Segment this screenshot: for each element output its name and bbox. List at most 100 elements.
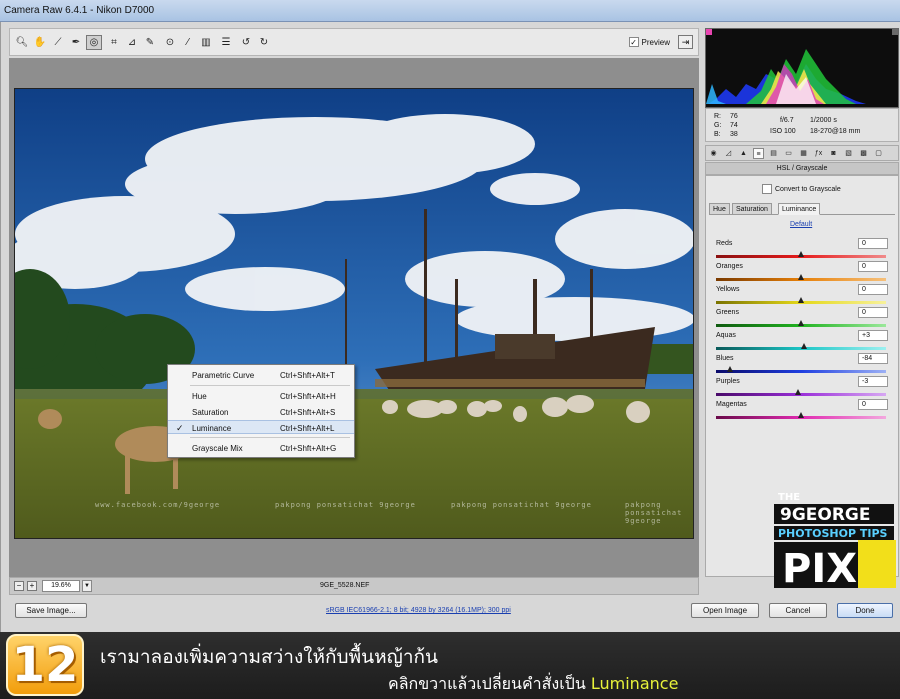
menu-item-label: Parametric Curve bbox=[192, 371, 255, 380]
slider-aquas[interactable]: Aquas +3 bbox=[716, 330, 888, 354]
save-image-button[interactable]: Save Image... bbox=[15, 603, 87, 618]
watermark-text: pakpong ponsatichat 9george bbox=[625, 501, 683, 525]
tab-snapshots[interactable]: ▩ bbox=[858, 148, 869, 159]
menu-item-shortcut: Ctrl+Shft+Alt+S bbox=[280, 408, 336, 417]
panel-title: HSL / Grayscale bbox=[705, 162, 899, 175]
crop-icon[interactable]: ⌗ bbox=[106, 35, 122, 50]
logo-text-photoshop-tips: PHOTOSHOP TIPS bbox=[778, 527, 888, 540]
panel-title-text: HSL / Grayscale bbox=[776, 165, 828, 172]
r-label: R: bbox=[714, 113, 721, 120]
slider-value-field[interactable]: -3 bbox=[858, 376, 888, 387]
tab-presets[interactable]: ▧ bbox=[843, 148, 854, 159]
convert-grayscale-toggle[interactable]: Convert to Grayscale bbox=[762, 184, 841, 194]
tab-tone-curve[interactable]: ◿ bbox=[723, 148, 734, 159]
slider-oranges[interactable]: Oranges 0 bbox=[716, 261, 888, 285]
menu-item-shortcut: Ctrl+Shft+Alt+G bbox=[280, 444, 337, 453]
logo-text-pix: PIX bbox=[782, 546, 857, 592]
slider-value-field[interactable]: 0 bbox=[858, 261, 888, 272]
slider-label: Oranges bbox=[716, 263, 743, 270]
zoom-icon[interactable]: 🔍︎ bbox=[14, 35, 30, 50]
tab-fx[interactable]: ƒx bbox=[813, 148, 824, 159]
menu-item-luminance[interactable]: ✓ Luminance Ctrl+Shft+Alt+L bbox=[168, 420, 354, 434]
slider-value-field[interactable]: 0 bbox=[858, 284, 888, 295]
preview-toggle[interactable]: ✓ Preview bbox=[628, 37, 670, 47]
convert-grayscale-checkbox[interactable] bbox=[762, 184, 772, 194]
tab-lens-corrections[interactable]: ▭ bbox=[783, 148, 794, 159]
red-eye-icon[interactable]: ⊙ bbox=[162, 35, 178, 50]
slider-thumb[interactable] bbox=[798, 412, 804, 418]
tab-hsl-grayscale[interactable]: ≡ bbox=[753, 148, 764, 159]
watermark-text: pakpong ponsatichat 9george bbox=[451, 501, 592, 509]
tab-basic[interactable]: ◉ bbox=[708, 148, 719, 159]
adjustment-brush-icon[interactable]: ⁄ bbox=[180, 35, 196, 50]
tab-effects[interactable]: ▦ bbox=[798, 148, 809, 159]
checkmark-icon: ✓ bbox=[176, 423, 184, 433]
cancel-button[interactable]: Cancel bbox=[769, 603, 827, 618]
slider-thumb[interactable] bbox=[798, 274, 804, 280]
tab-snapshots-2[interactable]: ▢ bbox=[873, 148, 884, 159]
slider-greens[interactable]: Greens 0 bbox=[716, 307, 888, 331]
white-balance-icon[interactable]: ⟋ bbox=[50, 35, 66, 50]
instruction-line-2-text: คลิกขวาแล้วเปลี่ยนคำสั่งเป็น bbox=[388, 674, 586, 693]
landscape-image bbox=[15, 89, 693, 538]
hand-icon[interactable]: ✋ bbox=[32, 35, 48, 50]
slider-thumb[interactable] bbox=[798, 251, 804, 257]
watermark-text: www.facebook.com/9george bbox=[95, 501, 221, 509]
slider-reds[interactable]: Reds 0 bbox=[716, 238, 888, 262]
zoom-in-button[interactable]: + bbox=[27, 581, 37, 591]
zoom-out-button[interactable]: − bbox=[14, 581, 24, 591]
photo-preview[interactable]: www.facebook.com/9george pakpong ponsati… bbox=[14, 88, 694, 539]
tab-split-toning[interactable]: ▤ bbox=[768, 148, 779, 159]
graduated-filter-icon[interactable]: ▥ bbox=[198, 35, 214, 50]
tab-camera-calibration[interactable]: ◙ bbox=[828, 148, 839, 159]
rotate-ccw-icon[interactable]: ↺ bbox=[238, 35, 254, 50]
image-canvas[interactable]: www.facebook.com/9george pakpong ponsati… bbox=[9, 58, 699, 577]
target-adjust-icon[interactable]: ◎ bbox=[86, 35, 102, 50]
spot-removal-icon[interactable]: ✎ bbox=[142, 35, 158, 50]
slider-blues[interactable]: Blues -84 bbox=[716, 353, 888, 377]
preferences-icon[interactable]: ☰ bbox=[218, 35, 234, 50]
menu-item-hue[interactable]: Hue Ctrl+Shft+Alt+H bbox=[168, 389, 354, 403]
slider-value-field[interactable]: 0 bbox=[858, 399, 888, 410]
tab-detail[interactable]: ▲ bbox=[738, 148, 749, 159]
dialog-footer: Save Image... sRGB IEC61966-2.1; 8 bit; … bbox=[1, 597, 900, 632]
slider-label: Magentas bbox=[716, 401, 747, 408]
menu-item-grayscale-mix[interactable]: Grayscale Mix Ctrl+Shft+Alt+G bbox=[168, 441, 354, 455]
slider-thumb[interactable] bbox=[800, 343, 807, 349]
slider-value-field[interactable]: 0 bbox=[858, 307, 888, 318]
r-value: 76 bbox=[730, 113, 738, 120]
menu-item-saturation[interactable]: Saturation Ctrl+Shft+Alt+S bbox=[168, 405, 354, 419]
straighten-icon[interactable]: ⊿ bbox=[124, 35, 140, 50]
slider-magentas[interactable]: Magentas 0 bbox=[716, 399, 888, 423]
file-name: 9GE_5528.NEF bbox=[320, 582, 370, 589]
done-button[interactable]: Done bbox=[837, 603, 893, 618]
rotate-cw-icon[interactable]: ↻ bbox=[256, 35, 272, 50]
subtab-saturation[interactable]: Saturation bbox=[732, 203, 772, 215]
slider-value-field[interactable]: 0 bbox=[858, 238, 888, 249]
instruction-highlight: Luminance bbox=[590, 674, 679, 693]
slider-value-field[interactable]: +3 bbox=[858, 330, 888, 341]
subtab-luminance[interactable]: Luminance bbox=[778, 203, 821, 215]
workflow-options-link[interactable]: sRGB IEC61966-2.1; 8 bit; 4928 by 3264 (… bbox=[326, 607, 511, 614]
logo-text-9george: 9GEORGE bbox=[780, 505, 871, 525]
slider-value-field[interactable]: -84 bbox=[858, 353, 888, 364]
color-sampler-icon[interactable]: ✒ bbox=[68, 35, 84, 50]
subtab-hue[interactable]: Hue bbox=[709, 203, 730, 215]
default-link[interactable]: Default bbox=[790, 221, 812, 228]
slider-yellows[interactable]: Yellows 0 bbox=[716, 284, 888, 308]
preview-checkbox[interactable]: ✓ bbox=[628, 37, 639, 47]
slider-track[interactable] bbox=[716, 370, 886, 373]
instruction-banner: 12 เรามาลองเพิ่มความสว่างให้กับพื้นหญ้าก… bbox=[0, 632, 900, 699]
slider-thumb[interactable] bbox=[795, 389, 802, 395]
menu-separator bbox=[190, 385, 350, 386]
slider-thumb[interactable] bbox=[798, 297, 804, 303]
zoom-level-field[interactable]: 19.6% bbox=[42, 580, 80, 592]
chevron-down-icon[interactable]: ▼ bbox=[82, 580, 92, 592]
image-info: R: 76 G: 74 B: 38 f/6.7 1/2000 s ISO 100… bbox=[705, 108, 899, 142]
fullscreen-icon[interactable]: ⇥ bbox=[678, 35, 693, 49]
menu-item-parametric-curve[interactable]: Parametric Curve Ctrl+Shft+Alt+T bbox=[168, 368, 354, 382]
slider-thumb[interactable] bbox=[798, 320, 804, 326]
open-image-button[interactable]: Open Image bbox=[691, 603, 759, 618]
slider-purples[interactable]: Purples -3 bbox=[716, 376, 888, 400]
slider-thumb[interactable] bbox=[726, 366, 733, 372]
